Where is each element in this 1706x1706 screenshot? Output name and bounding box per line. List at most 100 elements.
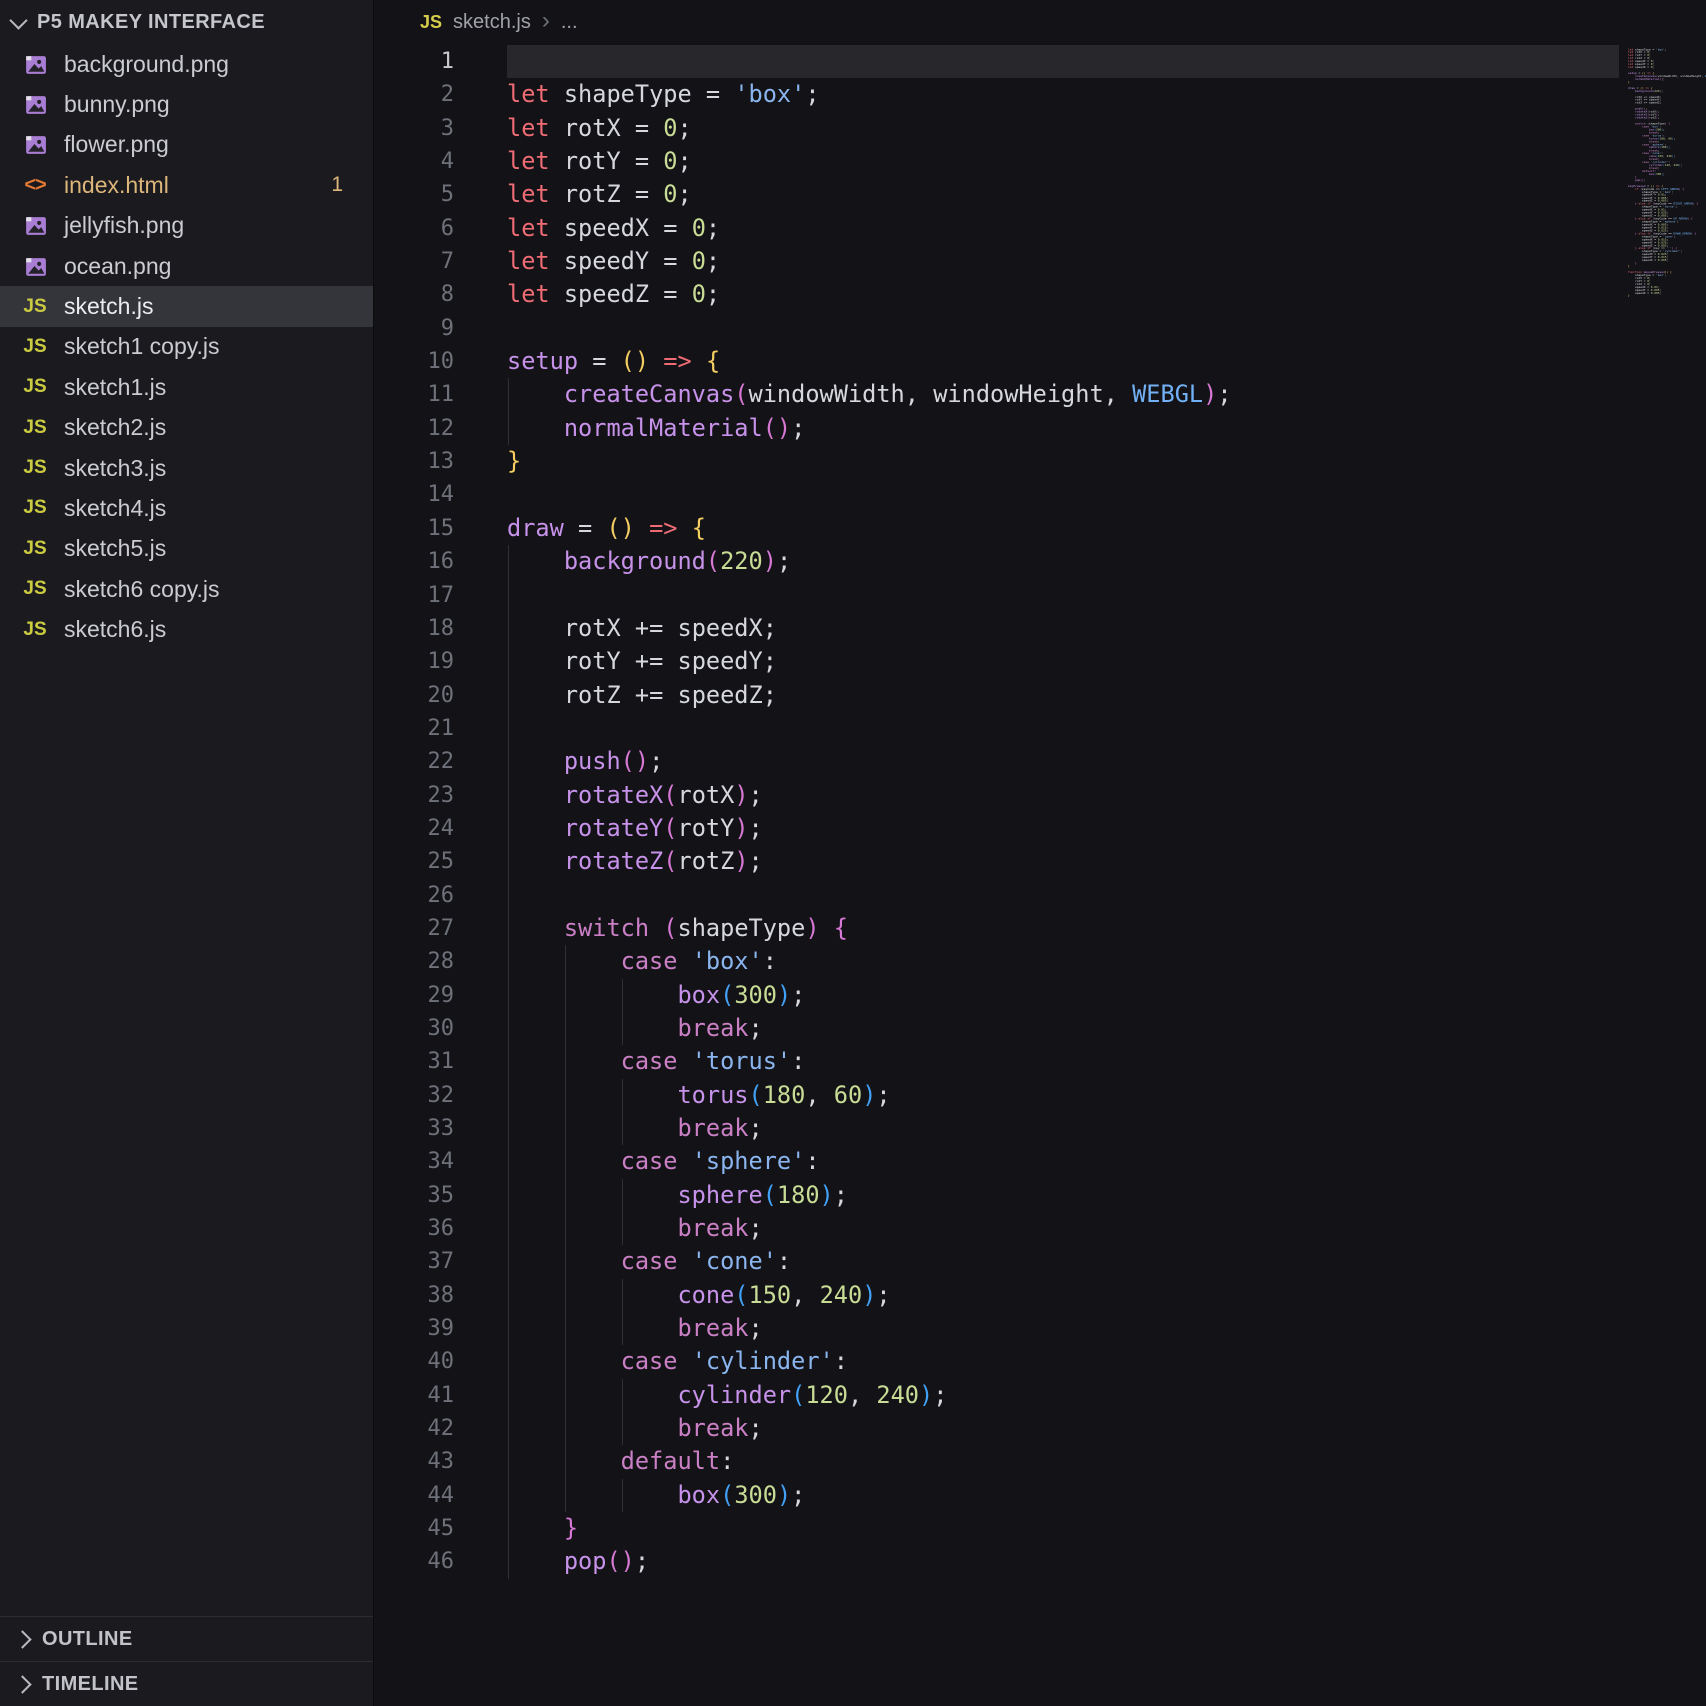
line-number[interactable]: 42 <box>374 1412 454 1445</box>
line-number[interactable]: 33 <box>374 1112 454 1145</box>
line-number[interactable]: 29 <box>374 979 454 1012</box>
line-number[interactable]: 21 <box>374 712 454 745</box>
code-line[interactable]: 43 default: <box>374 1445 1627 1478</box>
code-line[interactable]: 39 break; <box>374 1312 1627 1345</box>
code-line[interactable]: 40 case 'cylinder': <box>374 1345 1627 1378</box>
file-item[interactable]: JSsketch5.js <box>0 529 373 569</box>
code-line[interactable]: 29 box(300); <box>374 979 1627 1012</box>
line-number[interactable]: 28 <box>374 945 454 978</box>
breadcrumb-file[interactable]: sketch.js <box>453 11 531 34</box>
code-line[interactable]: 21 <box>374 712 1627 745</box>
line-number[interactable]: 19 <box>374 645 454 678</box>
file-item[interactable]: JSsketch1 copy.js <box>0 327 373 367</box>
line-number[interactable]: 27 <box>374 912 454 945</box>
line-number[interactable]: 44 <box>374 1479 454 1512</box>
code-line[interactable]: 27 switch (shapeType) { <box>374 912 1627 945</box>
code-line[interactable]: 36 break; <box>374 1212 1627 1245</box>
code-line[interactable]: 23 rotateX(rotX); <box>374 779 1627 812</box>
line-number[interactable]: 22 <box>374 745 454 778</box>
code-line[interactable]: 26 <box>374 879 1627 912</box>
file-item[interactable]: JSsketch6 copy.js <box>0 569 373 609</box>
sidebar-panel-outline[interactable]: OUTLINE <box>0 1616 373 1661</box>
line-number[interactable]: 40 <box>374 1345 454 1378</box>
explorer-folder-header[interactable]: P5 MAKEY INTERFACE <box>0 0 373 44</box>
code-line[interactable]: 15draw = () => { <box>374 512 1627 545</box>
line-number[interactable]: 15 <box>374 512 454 545</box>
line-number[interactable]: 13 <box>374 445 454 478</box>
line-number[interactable]: 43 <box>374 1445 454 1478</box>
code-line[interactable]: 11 createCanvas(windowWidth, windowHeigh… <box>374 378 1627 411</box>
file-item[interactable]: JSsketch.js <box>0 286 373 326</box>
code-line[interactable]: 4let rotY = 0; <box>374 145 1627 178</box>
code-line[interactable]: 13} <box>374 445 1627 478</box>
line-number[interactable]: 5 <box>374 178 454 211</box>
code-line[interactable]: 44 box(300); <box>374 1479 1627 1512</box>
line-number[interactable]: 8 <box>374 278 454 311</box>
code-line[interactable]: 30 break; <box>374 1012 1627 1045</box>
line-number[interactable]: 35 <box>374 1179 454 1212</box>
code-line[interactable]: 8let speedZ = 0; <box>374 278 1627 311</box>
line-number[interactable]: 9 <box>374 312 454 345</box>
file-item[interactable]: JSsketch1.js <box>0 367 373 407</box>
line-number[interactable]: 16 <box>374 545 454 578</box>
code-line[interactable]: 3let rotX = 0; <box>374 112 1627 145</box>
file-item[interactable]: bunny.png <box>0 84 373 124</box>
line-number[interactable]: 24 <box>374 812 454 845</box>
code-line[interactable]: 45 } <box>374 1512 1627 1545</box>
line-number[interactable]: 17 <box>374 579 454 612</box>
line-number[interactable]: 23 <box>374 779 454 812</box>
code-line[interactable]: 14 <box>374 478 1627 511</box>
file-item[interactable]: JSsketch3.js <box>0 448 373 488</box>
line-number[interactable]: 11 <box>374 378 454 411</box>
file-item[interactable]: ocean.png <box>0 246 373 286</box>
code-line[interactable]: 19 rotY += speedY; <box>374 645 1627 678</box>
code-line[interactable]: 5let rotZ = 0; <box>374 178 1627 211</box>
code-line[interactable]: 24 rotateY(rotY); <box>374 812 1627 845</box>
code-line[interactable]: 18 rotX += speedX; <box>374 612 1627 645</box>
line-number[interactable]: 46 <box>374 1545 454 1578</box>
code-line[interactable]: 41 cylinder(120, 240); <box>374 1379 1627 1412</box>
code-line[interactable]: 7let speedY = 0; <box>374 245 1627 278</box>
line-number[interactable]: 34 <box>374 1145 454 1178</box>
file-item[interactable]: flower.png <box>0 125 373 165</box>
code-line[interactable]: 35 sphere(180); <box>374 1179 1627 1212</box>
code-line[interactable]: 33 break; <box>374 1112 1627 1145</box>
sidebar-panel-timeline[interactable]: TIMELINE <box>0 1661 373 1706</box>
line-number[interactable]: 2 <box>374 78 454 111</box>
file-item[interactable]: JSsketch2.js <box>0 408 373 448</box>
code-line[interactable]: 1 <box>374 45 1627 78</box>
line-number[interactable]: 10 <box>374 345 454 378</box>
line-number[interactable]: 12 <box>374 412 454 445</box>
code-line[interactable]: 25 rotateZ(rotZ); <box>374 845 1627 878</box>
line-number[interactable]: 45 <box>374 1512 454 1545</box>
code-line[interactable]: 12 normalMaterial(); <box>374 412 1627 445</box>
line-number[interactable]: 37 <box>374 1245 454 1278</box>
file-item[interactable]: jellyfish.png <box>0 206 373 246</box>
code-line[interactable]: 38 cone(150, 240); <box>374 1279 1627 1312</box>
code-line[interactable]: 34 case 'sphere': <box>374 1145 1627 1178</box>
line-number[interactable]: 31 <box>374 1045 454 1078</box>
breadcrumb-symbol-ellipsis[interactable]: ... <box>561 11 578 34</box>
code-line[interactable]: 2let shapeType = 'box'; <box>374 78 1627 111</box>
line-number[interactable]: 32 <box>374 1079 454 1112</box>
line-number[interactable]: 36 <box>374 1212 454 1245</box>
code-line[interactable]: 46 pop(); <box>374 1545 1627 1578</box>
line-number[interactable]: 26 <box>374 879 454 912</box>
file-item[interactable]: <>index.html1 <box>0 165 373 205</box>
file-item[interactable]: JSsketch4.js <box>0 488 373 528</box>
code-line[interactable]: 17 <box>374 579 1627 612</box>
code-area[interactable]: 12let shapeType = 'box';3let rotX = 0;4l… <box>374 45 1627 1579</box>
code-line[interactable]: 31 case 'torus': <box>374 1045 1627 1078</box>
code-line[interactable]: 9 <box>374 312 1627 345</box>
code-line[interactable]: 32 torus(180, 60); <box>374 1079 1627 1112</box>
code-line[interactable]: 42 break; <box>374 1412 1627 1445</box>
line-number[interactable]: 1 <box>374 45 454 78</box>
line-number[interactable]: 4 <box>374 145 454 178</box>
code-line[interactable]: 22 push(); <box>374 745 1627 778</box>
line-number[interactable]: 25 <box>374 845 454 878</box>
code-line[interactable]: 37 case 'cone': <box>374 1245 1627 1278</box>
line-number[interactable]: 7 <box>374 245 454 278</box>
line-number[interactable]: 30 <box>374 1012 454 1045</box>
minimap[interactable]: let shapeType = 'box';let rotX = 0;let r… <box>1628 45 1706 465</box>
line-number[interactable]: 20 <box>374 679 454 712</box>
